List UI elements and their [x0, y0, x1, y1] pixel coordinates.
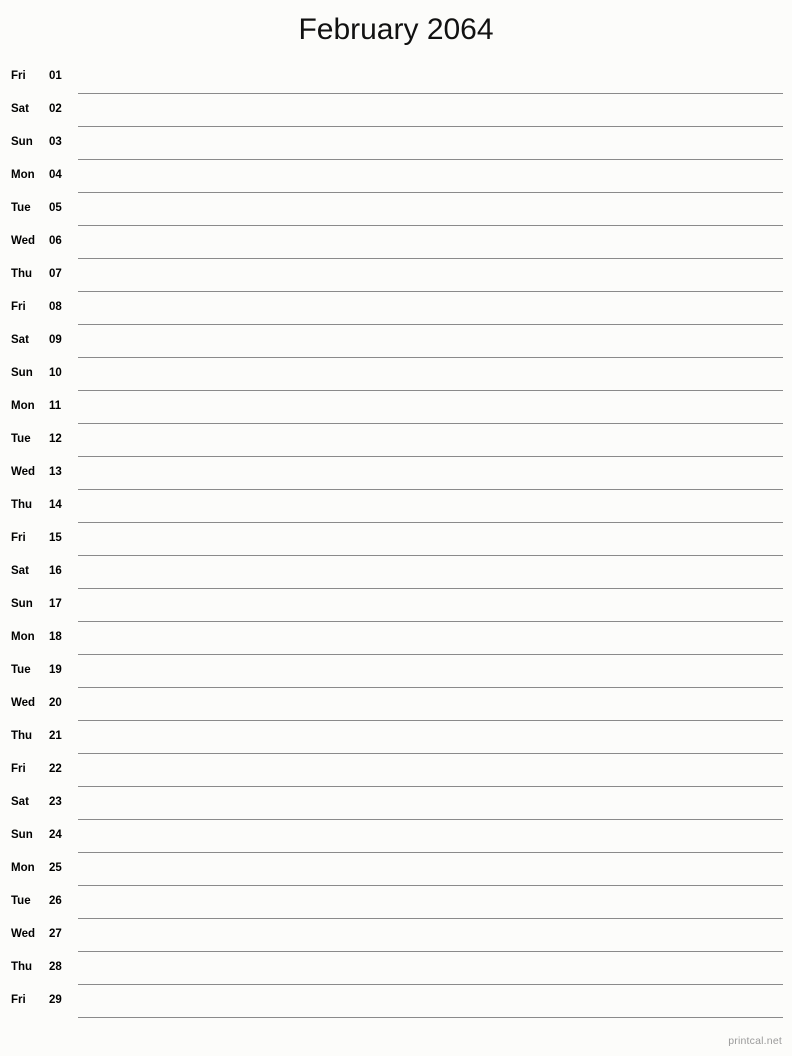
- day-row[interactable]: Sun 03: [0, 127, 792, 160]
- day-weekday-label: Thu: [11, 499, 33, 511]
- day-row[interactable]: Mon 25: [0, 853, 792, 886]
- day-weekday-label: Sun: [11, 829, 33, 841]
- day-number-label: 19: [49, 664, 62, 676]
- day-weekday-label: Fri: [11, 763, 26, 775]
- day-row[interactable]: Wed 27: [0, 919, 792, 952]
- day-weekday-label: Wed: [11, 235, 36, 247]
- day-weekday-label: Tue: [11, 433, 31, 445]
- day-row[interactable]: Fri 08: [0, 292, 792, 325]
- day-number-label: 14: [49, 499, 62, 511]
- day-number-label: 13: [49, 466, 62, 478]
- day-number-label: 22: [49, 763, 62, 775]
- day-weekday-label: Thu: [11, 730, 33, 742]
- day-row[interactable]: Mon 18: [0, 622, 792, 655]
- day-row[interactable]: Thu 21: [0, 721, 792, 754]
- day-row[interactable]: Sun 24: [0, 820, 792, 853]
- day-row[interactable]: Fri 15: [0, 523, 792, 556]
- day-number-label: 27: [49, 928, 62, 940]
- day-row[interactable]: Tue 19: [0, 655, 792, 688]
- day-number-label: 08: [49, 301, 62, 313]
- day-row[interactable]: Fri 01: [0, 61, 792, 94]
- day-row[interactable]: Thu 07: [0, 259, 792, 292]
- day-weekday-label: Wed: [11, 697, 36, 709]
- day-weekday-label: Mon: [11, 631, 35, 643]
- day-number-label: 18: [49, 631, 62, 643]
- day-number-label: 16: [49, 565, 62, 577]
- day-number-label: 11: [49, 400, 62, 412]
- day-number-label: 23: [49, 796, 62, 808]
- day-number-label: 28: [49, 961, 62, 973]
- day-weekday-label: Fri: [11, 301, 26, 313]
- day-row[interactable]: Tue 26: [0, 886, 792, 919]
- day-number-label: 26: [49, 895, 62, 907]
- day-weekday-label: Sun: [11, 136, 33, 148]
- day-note-writing-line[interactable]: [78, 1017, 783, 1018]
- day-weekday-label: Thu: [11, 268, 33, 280]
- day-weekday-label: Sun: [11, 367, 33, 379]
- day-row[interactable]: Wed 20: [0, 688, 792, 721]
- day-row[interactable]: Mon 04: [0, 160, 792, 193]
- day-weekday-label: Wed: [11, 928, 36, 940]
- day-weekday-label: Fri: [11, 994, 26, 1006]
- day-weekday-label: Sat: [11, 334, 29, 346]
- day-weekday-label: Wed: [11, 466, 36, 478]
- day-row[interactable]: Fri 22: [0, 754, 792, 787]
- day-weekday-label: Mon: [11, 862, 35, 874]
- day-weekday-label: Thu: [11, 961, 33, 973]
- day-number-label: 07: [49, 268, 62, 280]
- day-weekday-label: Fri: [11, 532, 26, 544]
- day-weekday-label: Tue: [11, 664, 31, 676]
- day-weekday-label: Sat: [11, 103, 29, 115]
- day-row[interactable]: Sat 09: [0, 325, 792, 358]
- calendar-page: February 2064 Fri 01 Sat 02 Sun 03 Mon 04 Tue 05 W…: [0, 0, 792, 1056]
- day-row[interactable]: Tue 12: [0, 424, 792, 457]
- day-row[interactable]: Sun 17: [0, 589, 792, 622]
- day-row[interactable]: Sat 23: [0, 787, 792, 820]
- day-number-label: 10: [49, 367, 62, 379]
- day-row[interactable]: Wed 13: [0, 457, 792, 490]
- day-row[interactable]: Thu 14: [0, 490, 792, 523]
- day-number-label: 29: [49, 994, 62, 1006]
- day-number-label: 09: [49, 334, 62, 346]
- day-row[interactable]: Sat 02: [0, 94, 792, 127]
- day-weekday-label: Mon: [11, 169, 35, 181]
- day-row[interactable]: Mon 11: [0, 391, 792, 424]
- day-number-label: 04: [49, 169, 62, 181]
- day-number-label: 12: [49, 433, 62, 445]
- day-number-label: 25: [49, 862, 62, 874]
- day-number-label: 21: [49, 730, 62, 742]
- day-row[interactable]: Wed 06: [0, 226, 792, 259]
- day-row[interactable]: Sun 10: [0, 358, 792, 391]
- footer-watermark: printcal.net: [728, 1035, 782, 1047]
- day-weekday-label: Tue: [11, 895, 31, 907]
- day-row[interactable]: Thu 28: [0, 952, 792, 985]
- day-number-label: 20: [49, 697, 62, 709]
- day-row[interactable]: Sat 16: [0, 556, 792, 589]
- day-weekday-label: Sat: [11, 565, 29, 577]
- day-weekday-label: Tue: [11, 202, 31, 214]
- day-number-label: 17: [49, 598, 62, 610]
- day-number-label: 01: [49, 70, 62, 82]
- day-number-label: 03: [49, 136, 62, 148]
- day-number-label: 05: [49, 202, 62, 214]
- day-weekday-label: Mon: [11, 400, 35, 412]
- day-rows-list: Fri 01 Sat 02 Sun 03 Mon 04 Tue 05 Wed 06 Thu 07 Fri 08…: [0, 61, 792, 1018]
- day-weekday-label: Fri: [11, 70, 26, 82]
- day-number-label: 02: [49, 103, 62, 115]
- day-weekday-label: Sun: [11, 598, 33, 610]
- day-number-label: 24: [49, 829, 62, 841]
- page-title: February 2064: [298, 13, 494, 46]
- day-row[interactable]: Tue 05: [0, 193, 792, 226]
- day-number-label: 15: [49, 532, 62, 544]
- day-row[interactable]: Fri 29: [0, 985, 792, 1018]
- day-weekday-label: Sat: [11, 796, 29, 808]
- day-number-label: 06: [49, 235, 62, 247]
